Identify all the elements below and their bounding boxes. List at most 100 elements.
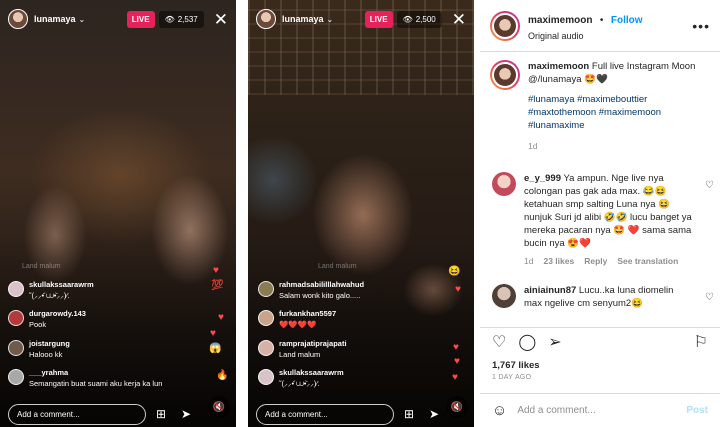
audio-label[interactable]: Original audio — [528, 31, 643, 41]
comment-input[interactable]: Add a comment... — [8, 403, 146, 425]
viewer-count[interactable]: 👁 2,500 — [396, 10, 442, 28]
add-people-icon[interactable]: ⊞ — [151, 407, 171, 421]
faded-comment: Land malum — [318, 263, 357, 270]
laugh-emoji-icon: 😆 — [448, 266, 461, 277]
avatar — [258, 310, 274, 326]
like-comment-icon[interactable]: ♡ — [705, 292, 714, 303]
floating-heart-icon: ♥ — [452, 372, 458, 383]
floating-heart-icon: ♥ — [453, 342, 459, 353]
comment-age: 1d — [524, 256, 534, 266]
host-avatar[interactable] — [8, 9, 28, 29]
live-video-right[interactable]: lunamaya ⌄ LIVE 👁 2,500 ✕ Land malum rah… — [248, 0, 474, 427]
comment-icon[interactable]: ◯ — [518, 335, 536, 351]
like-comment-icon[interactable]: ♡ — [705, 180, 714, 191]
comment-username: furkankhan5597 — [279, 309, 337, 318]
eye-icon: 👁 — [164, 14, 175, 24]
commenter-username[interactable]: ainiainun87 — [524, 285, 576, 296]
comment-text: Halooo kk — [29, 350, 63, 359]
post-header: maximemoon • Follow Original audio ••• — [480, 0, 720, 52]
hundred-icon: 💯 — [211, 280, 224, 291]
see-translation-button[interactable]: See translation — [617, 255, 678, 268]
like-icon[interactable]: ♡ — [492, 335, 506, 351]
live-top-bar: lunamaya ⌄ LIVE 👁 2,537 ✕ — [8, 8, 228, 30]
send-icon[interactable]: ➤ — [176, 407, 196, 421]
add-comment-input[interactable]: Add a comment... — [517, 405, 686, 416]
mute-icon[interactable]: 🔇 — [446, 396, 468, 418]
live-badge: LIVE — [126, 10, 155, 28]
emoji-icon[interactable]: ☺ — [492, 402, 507, 419]
post-caption: maximemoon Full live Instagram Moon @/lu… — [490, 60, 715, 153]
live-comment: ___yrahma Semangatin buat suami aku kerj… — [8, 368, 162, 388]
comment-text: ❤️❤️❤️❤️ — [279, 320, 317, 329]
reply-button[interactable]: Reply — [584, 255, 607, 268]
commenter-username[interactable]: e_y_999 — [524, 173, 561, 184]
comment-username: durgarowdy.143 — [29, 309, 86, 318]
post-button[interactable]: Post — [686, 405, 708, 416]
host-avatar[interactable] — [256, 9, 276, 29]
floating-heart-icon: ♥ — [218, 312, 224, 323]
comment-likes[interactable]: 23 likes — [543, 255, 574, 268]
caption-age: 1d — [528, 141, 538, 151]
live-comment: rahmadsabililllahwahud Salam wonk kito g… — [258, 280, 364, 300]
close-icon[interactable]: ✕ — [452, 11, 466, 28]
viewer-count-value: 2,500 — [415, 14, 436, 24]
live-comment: joistargung Halooo kk — [8, 339, 70, 359]
comment-text: Salam wonk kito galo..... — [279, 291, 361, 300]
comment-text: Semangatin buat suami aku kerja ka lun — [29, 379, 163, 388]
live-comment: ramprajatiprajapati Land malum — [258, 339, 347, 359]
live-top-bar: lunamaya ⌄ LIVE 👁 2,500 ✕ — [256, 8, 466, 30]
faded-comment: Land malum — [22, 263, 61, 270]
likes-count[interactable]: 1,767 likes — [492, 360, 708, 371]
avatar — [8, 340, 24, 356]
comment-username: ___yrahma — [29, 368, 69, 377]
add-people-icon[interactable]: ⊞ — [399, 407, 419, 421]
live-bottom-bar: Add a comment... ⊞ ➤ — [8, 403, 196, 425]
comment-username: joistargung — [29, 339, 70, 348]
author-avatar[interactable] — [490, 10, 520, 41]
close-icon[interactable]: ✕ — [214, 11, 228, 28]
author-username[interactable]: maximemoon — [528, 15, 592, 26]
avatar — [258, 340, 274, 356]
follow-button[interactable]: Follow — [611, 15, 643, 26]
viewer-count[interactable]: 👁 2,537 — [158, 10, 204, 28]
avatar — [8, 281, 24, 297]
author-avatar[interactable] — [490, 60, 520, 90]
comment-meta: 1d 23 likes Reply See translation — [524, 255, 694, 268]
separator-dot: • — [599, 15, 604, 26]
live-bottom-bar: Add a comment... ⊞ ➤ — [256, 403, 444, 425]
more-options-icon[interactable]: ••• — [692, 18, 710, 34]
floating-heart-icon: ♥ — [455, 284, 461, 295]
floating-heart-icon: ♥ — [454, 356, 460, 367]
host-username[interactable]: lunamaya — [282, 14, 324, 24]
avatar — [8, 369, 24, 385]
host-username[interactable]: lunamaya — [34, 14, 76, 24]
eye-icon: 👁 — [402, 14, 413, 24]
live-comment: skullakssaarawrm ˜(⸝⸝•᷄ ‎⩊•᷅⸝⸝)⁄. — [8, 280, 94, 301]
comment-item: e_y_999 Ya ampun. Nge live nya colongan … — [492, 172, 714, 268]
live-comment: skullakssaarawrm ˜(⸝⸝•᷄ ‎⩊•᷅⸝⸝)⁄. — [258, 368, 344, 389]
comment-input[interactable]: Add a comment... — [256, 403, 394, 425]
live-comment: durgarowdy.143 Pook — [8, 309, 86, 329]
caption-username[interactable]: maximemoon — [528, 61, 589, 72]
avatar — [258, 281, 274, 297]
commenter-avatar[interactable] — [492, 172, 516, 196]
comment-username: skullakssaarawrm — [29, 280, 94, 289]
live-video-left[interactable]: lunamaya ⌄ LIVE 👁 2,537 ✕ Land malum sku… — [0, 0, 236, 427]
comment-username: ramprajatiprajapati — [279, 339, 347, 348]
post-date: 1 DAY AGO — [492, 374, 532, 381]
share-icon[interactable]: ➢ — [548, 335, 561, 351]
chevron-down-icon[interactable]: ⌄ — [327, 15, 334, 24]
chevron-down-icon[interactable]: ⌄ — [79, 15, 86, 24]
viewer-count-value: 2,537 — [177, 14, 198, 24]
bookmark-icon[interactable]: ⚐ — [694, 335, 708, 351]
send-icon[interactable]: ➤ — [424, 407, 444, 421]
caption-hashtags[interactable]: #lunamaya #maximebouttier #maxtothemoon … — [528, 93, 715, 132]
comment-text: ˜(⸝⸝•᷄ ‎⩊•᷅⸝⸝)⁄. — [279, 379, 320, 388]
mute-icon[interactable]: 🔇 — [208, 396, 230, 418]
live-badge: LIVE — [364, 10, 393, 28]
scream-emoji-icon: 😱 — [209, 343, 222, 354]
avatar — [258, 369, 274, 385]
video-gradient — [248, 237, 474, 427]
comment-username: skullakssaarawrm — [279, 368, 344, 377]
commenter-avatar[interactable] — [492, 284, 516, 308]
